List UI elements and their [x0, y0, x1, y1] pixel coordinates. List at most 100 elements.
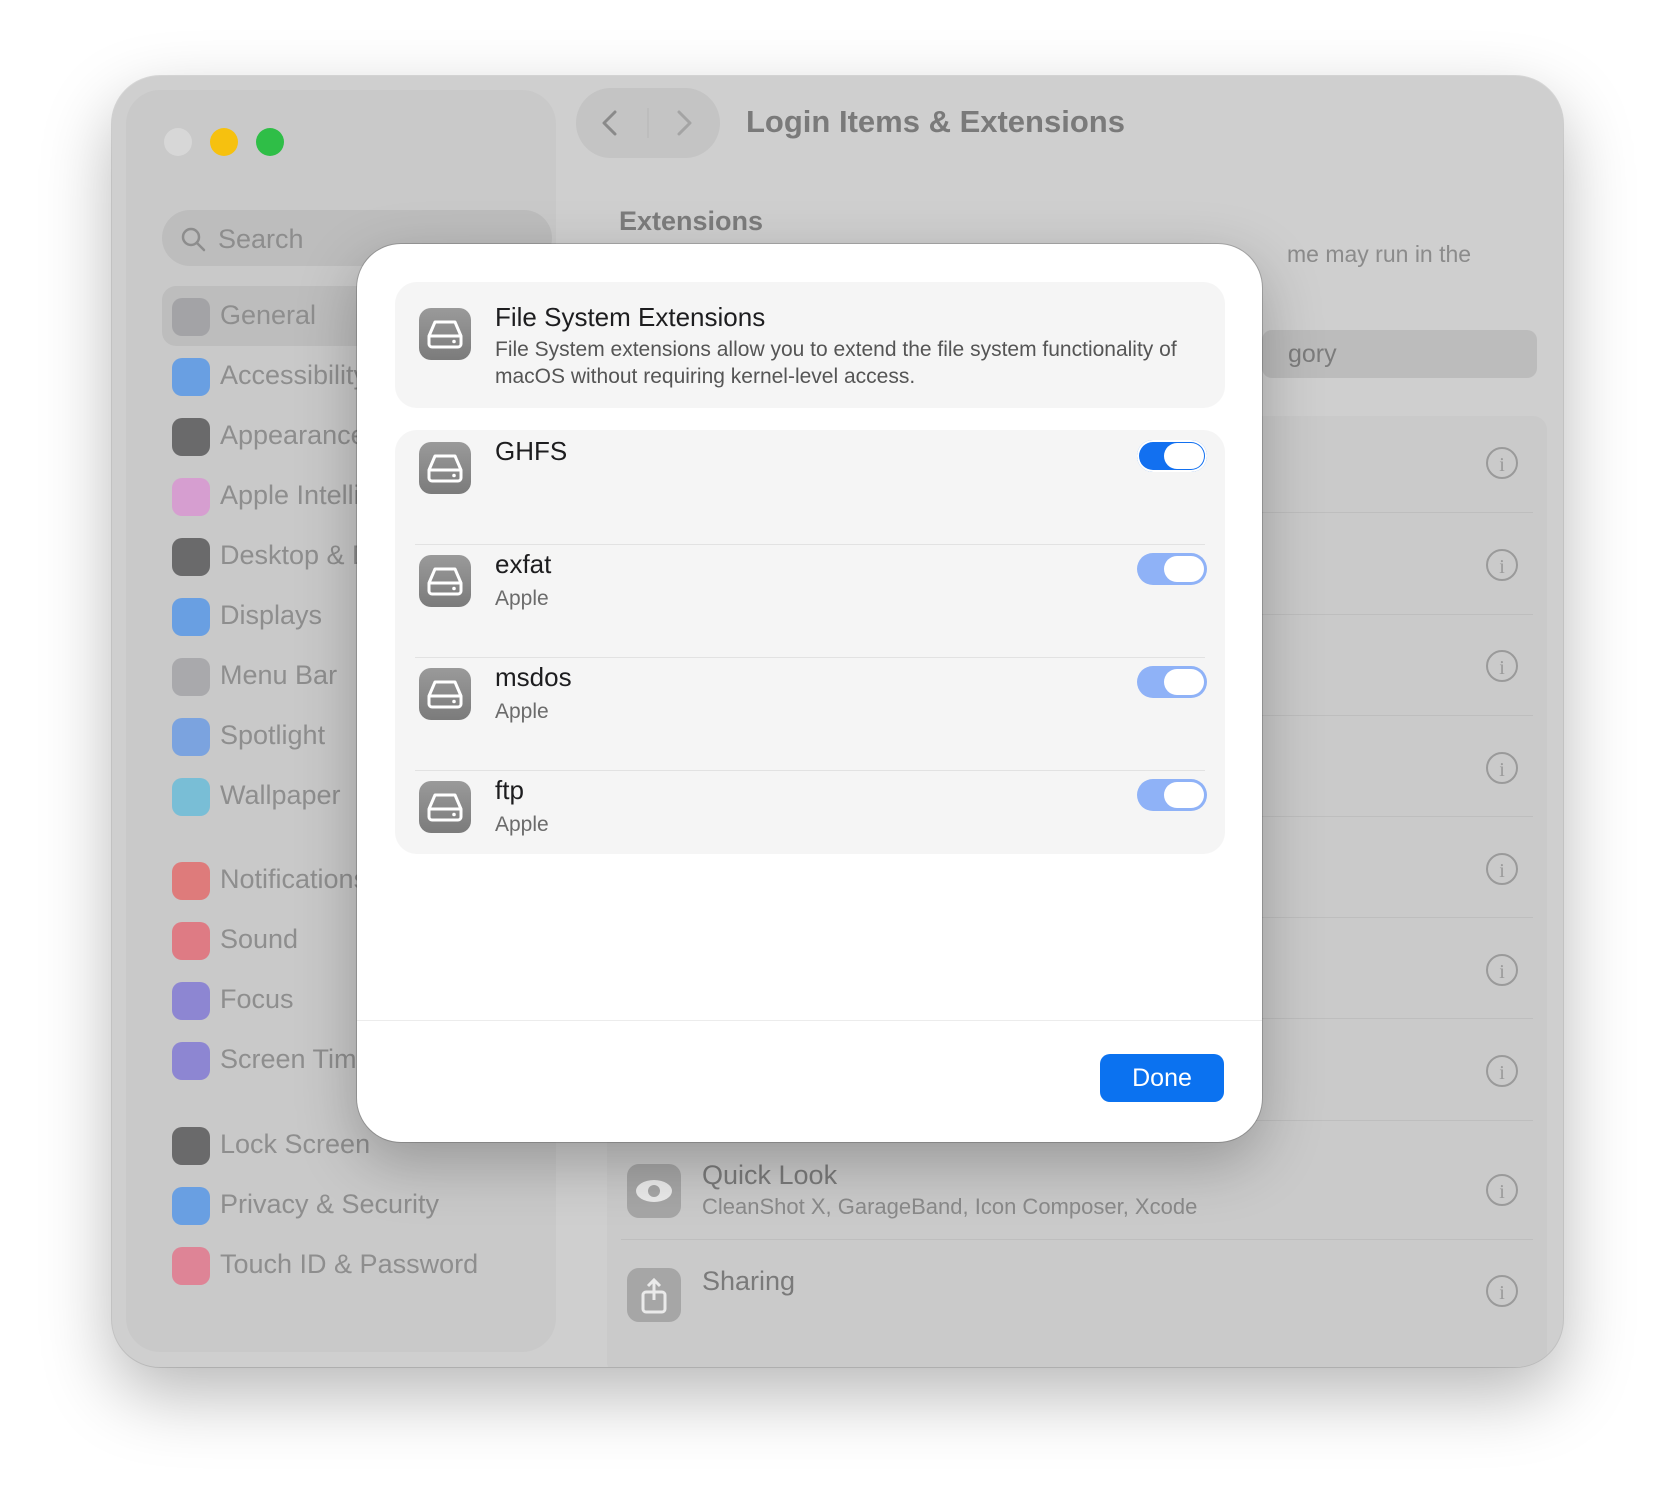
toggle-knob: [1164, 782, 1204, 808]
extension-row: ftp Apple: [395, 769, 1225, 854]
sidebar-item-label: Appearance: [220, 420, 366, 450]
sharing-icon: [627, 1268, 681, 1322]
sidebar-item[interactable]: Touch ID & Password: [162, 1235, 552, 1295]
extension-row: exfat Apple: [395, 543, 1225, 658]
apple-intelligence-icon: [172, 478, 210, 516]
zoom-window-button[interactable]: [256, 128, 284, 156]
extension-toggle[interactable]: [1137, 779, 1207, 811]
accessibility-icon: [172, 358, 210, 396]
sidebar-item[interactable]: Privacy & Security: [162, 1175, 552, 1235]
sidebar-item-label: Wallpaper: [220, 780, 341, 810]
extension-toggle[interactable]: [1137, 440, 1207, 472]
info-icon[interactable]: i: [1485, 1274, 1519, 1308]
search-placeholder: Search: [218, 224, 304, 254]
sidebar-item-label: Spotlight: [220, 720, 326, 750]
notifications-icon: [172, 862, 210, 900]
nav-separator: [647, 108, 649, 138]
extension-toggle[interactable]: [1137, 666, 1207, 698]
extension-toggle[interactable]: [1137, 553, 1207, 585]
sidebar-item-label: Apple Intellig: [220, 480, 375, 510]
info-icon[interactable]: i: [1485, 1054, 1519, 1088]
quick-look-eye-icon: [627, 1164, 681, 1218]
svg-text:i: i: [1499, 1062, 1505, 1084]
quick-look-subtitle: CleanShot X, GarageBand, Icon Composer, …: [702, 1194, 1198, 1219]
row-separator: [621, 1239, 1533, 1240]
desktop-dock-icon: [172, 538, 210, 576]
svg-text:i: i: [1499, 860, 1505, 882]
info-icon[interactable]: i: [1485, 751, 1519, 785]
minimize-window-button[interactable]: [210, 128, 238, 156]
category-popup[interactable]: gory: [1262, 330, 1537, 378]
extension-name: msdos: [495, 662, 572, 692]
sidebar-item-label: Touch ID & Password: [220, 1249, 479, 1279]
sidebar-item-label: Focus: [220, 984, 294, 1014]
screen-time-icon: [172, 1042, 210, 1080]
wallpaper-icon: [172, 778, 210, 816]
svg-text:i: i: [1499, 961, 1505, 983]
window-title: Login Items & Extensions: [746, 104, 1125, 139]
privacy-hand-icon: [172, 1187, 210, 1225]
file-system-extensions-sheet: File System Extensions File System exten…: [357, 244, 1262, 1142]
sharing-title: Sharing: [702, 1266, 796, 1296]
fingerprint-icon: [172, 1247, 210, 1285]
sound-icon: [172, 922, 210, 960]
extensions-toggle-list: GHFS exfat Apple msdos Apple ftp Apple: [395, 430, 1225, 854]
sheet-description: File System extensions allow you to exte…: [495, 338, 1177, 388]
spotlight-icon: [172, 718, 210, 756]
sidebar-item-label: Accessibility: [220, 360, 368, 390]
forward-chevron-icon[interactable]: [672, 110, 696, 136]
info-icon[interactable]: i: [1485, 649, 1519, 683]
menu-bar-icon: [172, 658, 210, 696]
displays-icon: [172, 598, 210, 636]
lock-screen-icon: [172, 1127, 210, 1165]
appearance-icon: [172, 418, 210, 456]
svg-text:i: i: [1499, 1282, 1505, 1304]
sheet-header: File System Extensions File System exten…: [395, 282, 1225, 408]
svg-text:i: i: [1499, 1181, 1505, 1203]
sidebar-item-label: Lock Screen: [220, 1129, 371, 1159]
search-icon: [181, 227, 206, 252]
info-icon[interactable]: i: [1485, 953, 1519, 987]
toggle-knob: [1164, 556, 1204, 582]
drive-icon: [419, 308, 471, 360]
gear-icon: [172, 298, 210, 336]
svg-text:i: i: [1499, 556, 1505, 578]
sidebar-item-label: Screen Time: [220, 1044, 372, 1074]
quick-look-title: Quick Look: [702, 1160, 838, 1190]
extensions-section-title: Extensions: [619, 206, 764, 236]
drive-icon: [419, 668, 471, 720]
drive-icon: [419, 781, 471, 833]
extension-vendor: Apple: [495, 587, 549, 610]
info-icon[interactable]: i: [1485, 548, 1519, 582]
footer-separator: [357, 1020, 1262, 1021]
extension-name: ftp: [495, 775, 524, 805]
sidebar-item-label: Privacy & Security: [220, 1189, 440, 1219]
close-window-button[interactable]: [164, 128, 192, 156]
svg-text:i: i: [1499, 759, 1505, 781]
navigation-buttons: [576, 88, 720, 158]
done-button[interactable]: Done: [1100, 1054, 1224, 1102]
extension-name: exfat: [495, 549, 552, 579]
extension-vendor: Apple: [495, 700, 549, 723]
info-icon[interactable]: i: [1485, 446, 1519, 480]
info-icon[interactable]: i: [1485, 1173, 1519, 1207]
extension-name: GHFS: [495, 436, 568, 466]
drive-icon: [419, 442, 471, 494]
toggle-knob: [1164, 669, 1204, 695]
category-popup-label: gory: [1288, 340, 1337, 368]
sidebar-item-label: General: [220, 300, 317, 330]
toggle-knob: [1164, 443, 1204, 469]
info-icon[interactable]: i: [1485, 852, 1519, 886]
sheet-title: File System Extensions: [495, 302, 766, 332]
extension-row: msdos Apple: [395, 656, 1225, 771]
focus-icon: [172, 982, 210, 1020]
extension-vendor: Apple: [495, 813, 549, 836]
sidebar-item-label: Sound: [220, 924, 299, 954]
sidebar-item-label: Displays: [220, 600, 323, 630]
extension-row: GHFS: [395, 430, 1225, 545]
svg-text:i: i: [1499, 657, 1505, 679]
back-chevron-icon[interactable]: [598, 110, 622, 136]
sidebar-item-label: Notifications: [220, 864, 368, 894]
sidebar-item-label: Menu Bar: [220, 660, 338, 690]
extensions-description: me may run in the: [1287, 241, 1472, 267]
